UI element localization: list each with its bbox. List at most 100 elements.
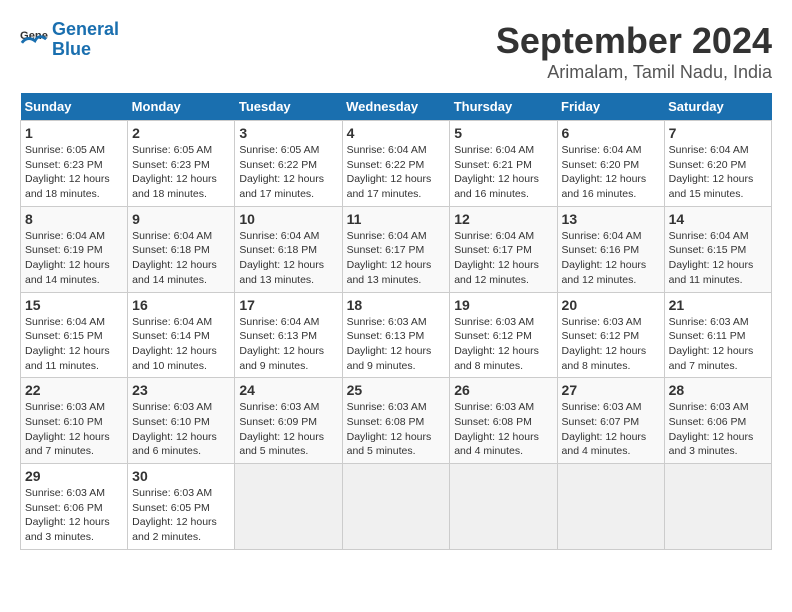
calendar-cell: 4 Sunrise: 6:04 AMSunset: 6:22 PMDayligh…	[342, 121, 450, 207]
day-info: Sunrise: 6:05 AMSunset: 6:22 PMDaylight:…	[239, 143, 337, 202]
day-info: Sunrise: 6:03 AMSunset: 6:06 PMDaylight:…	[25, 486, 123, 545]
calendar-cell: 25 Sunrise: 6:03 AMSunset: 6:08 PMDaylig…	[342, 378, 450, 464]
calendar-cell: 15 Sunrise: 6:04 AMSunset: 6:15 PMDaylig…	[21, 292, 128, 378]
calendar-cell: 21 Sunrise: 6:03 AMSunset: 6:11 PMDaylig…	[664, 292, 771, 378]
day-number: 9	[132, 211, 230, 227]
calendar-cell: 1 Sunrise: 6:05 AMSunset: 6:23 PMDayligh…	[21, 121, 128, 207]
day-number: 15	[25, 297, 123, 313]
day-info: Sunrise: 6:04 AMSunset: 6:17 PMDaylight:…	[347, 229, 446, 288]
calendar-cell: 20 Sunrise: 6:03 AMSunset: 6:12 PMDaylig…	[557, 292, 664, 378]
header: General General Blue September 2024 Arim…	[20, 20, 772, 83]
day-number: 13	[562, 211, 660, 227]
logo-general: General	[52, 19, 119, 39]
calendar-header: Sunday Monday Tuesday Wednesday Thursday…	[21, 93, 772, 121]
day-number: 27	[562, 382, 660, 398]
day-number: 29	[25, 468, 123, 484]
calendar-row: 22 Sunrise: 6:03 AMSunset: 6:10 PMDaylig…	[21, 378, 772, 464]
calendar-row: 15 Sunrise: 6:04 AMSunset: 6:15 PMDaylig…	[21, 292, 772, 378]
day-info: Sunrise: 6:04 AMSunset: 6:14 PMDaylight:…	[132, 315, 230, 374]
day-number: 5	[454, 125, 552, 141]
day-number: 3	[239, 125, 337, 141]
calendar-cell: 23 Sunrise: 6:03 AMSunset: 6:10 PMDaylig…	[128, 378, 235, 464]
day-number: 26	[454, 382, 552, 398]
calendar-cell: 27 Sunrise: 6:03 AMSunset: 6:07 PMDaylig…	[557, 378, 664, 464]
day-info: Sunrise: 6:04 AMSunset: 6:16 PMDaylight:…	[562, 229, 660, 288]
day-info: Sunrise: 6:03 AMSunset: 6:05 PMDaylight:…	[132, 486, 230, 545]
logo-blue: Blue	[52, 39, 91, 59]
day-number: 6	[562, 125, 660, 141]
day-info: Sunrise: 6:03 AMSunset: 6:09 PMDaylight:…	[239, 400, 337, 459]
calendar-cell: 11 Sunrise: 6:04 AMSunset: 6:17 PMDaylig…	[342, 206, 450, 292]
calendar-cell: 30 Sunrise: 6:03 AMSunset: 6:05 PMDaylig…	[128, 464, 235, 550]
calendar-cell: 6 Sunrise: 6:04 AMSunset: 6:20 PMDayligh…	[557, 121, 664, 207]
calendar-cell	[342, 464, 450, 550]
day-info: Sunrise: 6:03 AMSunset: 6:08 PMDaylight:…	[454, 400, 552, 459]
day-info: Sunrise: 6:04 AMSunset: 6:18 PMDaylight:…	[239, 229, 337, 288]
day-info: Sunrise: 6:04 AMSunset: 6:13 PMDaylight:…	[239, 315, 337, 374]
calendar-cell: 24 Sunrise: 6:03 AMSunset: 6:09 PMDaylig…	[235, 378, 342, 464]
title-area: September 2024 Arimalam, Tamil Nadu, Ind…	[496, 20, 772, 83]
day-number: 7	[669, 125, 767, 141]
day-number: 8	[25, 211, 123, 227]
col-tuesday: Tuesday	[235, 93, 342, 121]
day-number: 10	[239, 211, 337, 227]
day-info: Sunrise: 6:04 AMSunset: 6:18 PMDaylight:…	[132, 229, 230, 288]
day-number: 16	[132, 297, 230, 313]
day-info: Sunrise: 6:04 AMSunset: 6:20 PMDaylight:…	[669, 143, 767, 202]
col-sunday: Sunday	[21, 93, 128, 121]
col-thursday: Thursday	[450, 93, 557, 121]
calendar-cell: 5 Sunrise: 6:04 AMSunset: 6:21 PMDayligh…	[450, 121, 557, 207]
logo: General General Blue	[20, 20, 119, 60]
calendar-body: 1 Sunrise: 6:05 AMSunset: 6:23 PMDayligh…	[21, 121, 772, 550]
calendar-row: 29 Sunrise: 6:03 AMSunset: 6:06 PMDaylig…	[21, 464, 772, 550]
header-row: Sunday Monday Tuesday Wednesday Thursday…	[21, 93, 772, 121]
day-number: 24	[239, 382, 337, 398]
day-number: 30	[132, 468, 230, 484]
day-number: 19	[454, 297, 552, 313]
col-wednesday: Wednesday	[342, 93, 450, 121]
month-title: September 2024	[496, 20, 772, 62]
calendar-cell	[557, 464, 664, 550]
day-info: Sunrise: 6:04 AMSunset: 6:22 PMDaylight:…	[347, 143, 446, 202]
calendar-cell: 3 Sunrise: 6:05 AMSunset: 6:22 PMDayligh…	[235, 121, 342, 207]
day-number: 18	[347, 297, 446, 313]
calendar-cell: 29 Sunrise: 6:03 AMSunset: 6:06 PMDaylig…	[21, 464, 128, 550]
day-number: 22	[25, 382, 123, 398]
day-number: 17	[239, 297, 337, 313]
col-monday: Monday	[128, 93, 235, 121]
day-number: 23	[132, 382, 230, 398]
calendar-cell: 12 Sunrise: 6:04 AMSunset: 6:17 PMDaylig…	[450, 206, 557, 292]
day-info: Sunrise: 6:03 AMSunset: 6:12 PMDaylight:…	[562, 315, 660, 374]
day-info: Sunrise: 6:03 AMSunset: 6:07 PMDaylight:…	[562, 400, 660, 459]
day-number: 2	[132, 125, 230, 141]
calendar-cell: 26 Sunrise: 6:03 AMSunset: 6:08 PMDaylig…	[450, 378, 557, 464]
calendar-cell	[664, 464, 771, 550]
day-info: Sunrise: 6:03 AMSunset: 6:11 PMDaylight:…	[669, 315, 767, 374]
location-title: Arimalam, Tamil Nadu, India	[496, 62, 772, 83]
calendar-row: 8 Sunrise: 6:04 AMSunset: 6:19 PMDayligh…	[21, 206, 772, 292]
day-info: Sunrise: 6:04 AMSunset: 6:19 PMDaylight:…	[25, 229, 123, 288]
day-info: Sunrise: 6:03 AMSunset: 6:10 PMDaylight:…	[25, 400, 123, 459]
calendar-cell: 28 Sunrise: 6:03 AMSunset: 6:06 PMDaylig…	[664, 378, 771, 464]
calendar-row: 1 Sunrise: 6:05 AMSunset: 6:23 PMDayligh…	[21, 121, 772, 207]
day-number: 25	[347, 382, 446, 398]
day-info: Sunrise: 6:03 AMSunset: 6:08 PMDaylight:…	[347, 400, 446, 459]
logo-icon: General	[20, 26, 48, 54]
col-friday: Friday	[557, 93, 664, 121]
calendar-cell: 10 Sunrise: 6:04 AMSunset: 6:18 PMDaylig…	[235, 206, 342, 292]
calendar-cell: 19 Sunrise: 6:03 AMSunset: 6:12 PMDaylig…	[450, 292, 557, 378]
day-info: Sunrise: 6:03 AMSunset: 6:06 PMDaylight:…	[669, 400, 767, 459]
calendar-cell	[450, 464, 557, 550]
calendar-cell: 7 Sunrise: 6:04 AMSunset: 6:20 PMDayligh…	[664, 121, 771, 207]
calendar-cell: 14 Sunrise: 6:04 AMSunset: 6:15 PMDaylig…	[664, 206, 771, 292]
day-info: Sunrise: 6:05 AMSunset: 6:23 PMDaylight:…	[25, 143, 123, 202]
day-info: Sunrise: 6:03 AMSunset: 6:13 PMDaylight:…	[347, 315, 446, 374]
day-number: 14	[669, 211, 767, 227]
day-info: Sunrise: 6:04 AMSunset: 6:15 PMDaylight:…	[25, 315, 123, 374]
calendar-cell: 22 Sunrise: 6:03 AMSunset: 6:10 PMDaylig…	[21, 378, 128, 464]
day-number: 28	[669, 382, 767, 398]
day-info: Sunrise: 6:04 AMSunset: 6:21 PMDaylight:…	[454, 143, 552, 202]
col-saturday: Saturday	[664, 93, 771, 121]
day-number: 4	[347, 125, 446, 141]
day-number: 1	[25, 125, 123, 141]
